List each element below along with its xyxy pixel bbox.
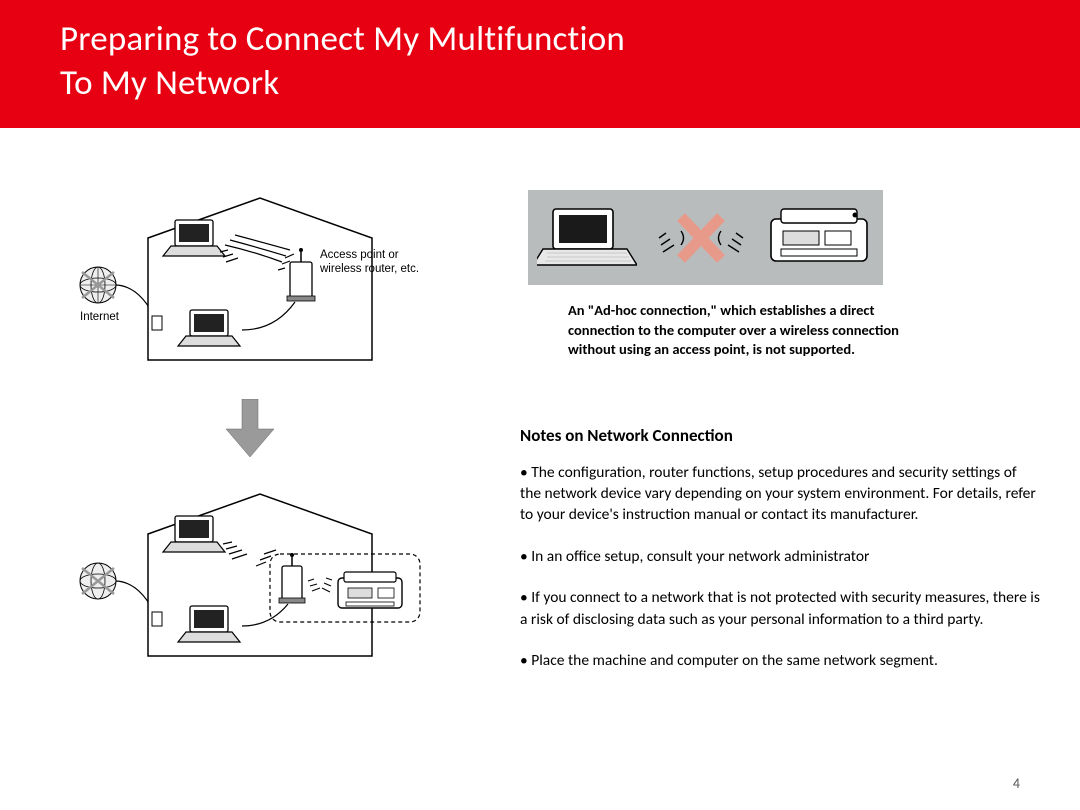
page-header: Preparing to Connect My Multifunction To… [0,0,1080,128]
internet-globe-icon [80,563,116,599]
note-bullet: • In an office setup, consult your netwo… [520,546,1040,567]
note-bullet: • The configuration, router functions, s… [520,462,1040,526]
internet-label: Internet [80,311,120,323]
access-point-label-2: wireless router, etc. [319,263,419,275]
title-line-1: Preparing to Connect My Multifunction [60,18,625,60]
page-number: 4 [1013,775,1020,792]
notes-heading: Notes on Network Connection [520,425,1020,446]
adhoc-note-text: An "Ad-hoc connection," which establishe… [568,301,923,360]
notes-list: • The configuration, router functions, s… [520,462,1040,672]
laptop-icon [537,203,637,273]
internet-globe-icon [80,267,116,303]
title-line-2: To My Network [60,62,279,104]
down-arrow-icon [60,399,440,464]
network-diagram-after [60,486,440,671]
printer-icon [338,572,402,608]
wifi-blocked-icon [651,203,751,273]
network-diagram-before: Internet [60,190,440,375]
note-bullet: • Place the machine and computer on the … [520,650,1040,671]
notes-column: An "Ad-hoc connection," which establishe… [520,190,1020,691]
access-point-label-1: Access point or [320,249,399,261]
network-diagram-column: Internet [60,190,490,671]
page-title: Preparing to Connect My Multifunction To… [60,18,1020,106]
note-bullet: • If you connect to a network that is no… [520,587,1040,630]
adhoc-not-supported-diagram [528,190,883,285]
printer-icon [765,203,875,273]
